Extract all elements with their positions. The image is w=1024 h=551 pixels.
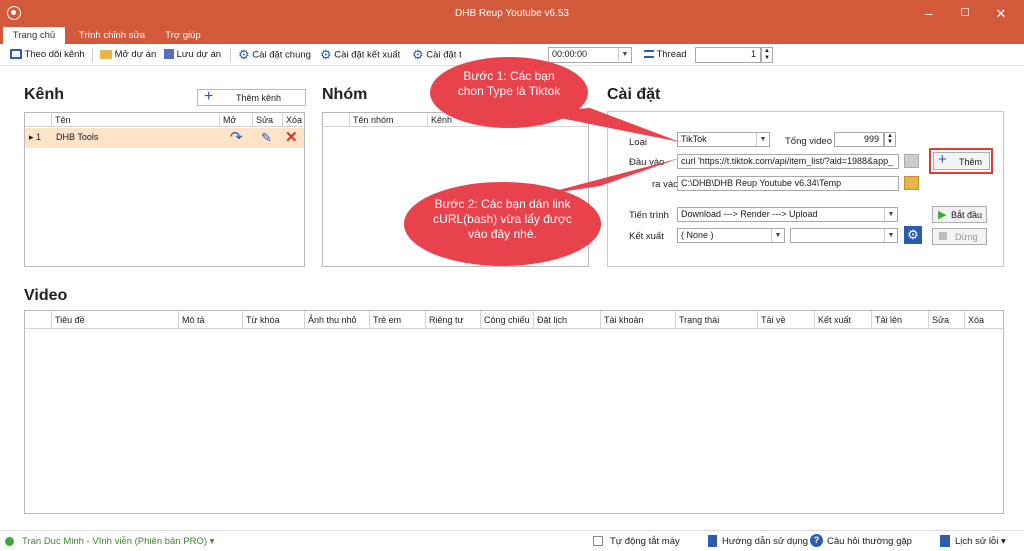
guide-link[interactable]: Hướng dẫn sử dụng xyxy=(722,536,808,547)
video-table: Tiêu đề Mô tả Từ khóa Ảnh thu nhỏ Trẻ em… xyxy=(24,310,1004,514)
col-mo-ta: Mô tả xyxy=(178,311,243,329)
error-history-link[interactable]: Lịch sử lỗi ▾ xyxy=(955,536,1006,547)
col-anh-thu-nho: Ảnh thu nhỏ xyxy=(304,311,369,329)
step1-callout: Bước 1: Các bạn chon Type là Tiktok xyxy=(430,57,588,128)
help-icon: ? xyxy=(810,534,823,547)
col-tai-ve: Tải về xyxy=(757,311,815,329)
col-tre-em: Trẻ em xyxy=(369,311,427,329)
col-ket-xuat: Kết xuất xyxy=(814,311,872,329)
online-status-icon xyxy=(5,537,14,546)
log-icon xyxy=(940,535,950,547)
auto-shutdown-checkbox[interactable] xyxy=(593,536,603,546)
auto-shutdown-label: Tự động tắt máy xyxy=(610,536,680,547)
col-tai-khoan: Tài khoản xyxy=(600,311,675,329)
col-rieng-tu: Riêng tư xyxy=(425,311,481,329)
status-bar: Tran Duc Minh - Vĩnh viễn (Phiên bản PRO… xyxy=(0,530,1024,551)
faq-link[interactable]: Câu hỏi thường gặp xyxy=(827,536,912,547)
col-tai-len: Tải lên xyxy=(871,311,929,329)
col-trang-thai: Trạng thái xyxy=(675,311,757,329)
app-window: DHB Reup Youtube v6.53 – ☐ ✕ Trang chủ T… xyxy=(0,0,1024,551)
video-heading: Video xyxy=(24,287,68,304)
col-sua: Sửa xyxy=(928,311,964,329)
col-xoa: Xóa xyxy=(964,311,1003,329)
col-dat-lich: Đặt lịch xyxy=(533,311,600,329)
step2-callout: Bước 2: Các bạn dán link cURL(bash) vừa … xyxy=(404,182,601,266)
book-icon xyxy=(708,535,717,547)
col-tu-khoa: Từ khóa xyxy=(242,311,304,329)
user-license[interactable]: Tran Duc Minh - Vĩnh viễn (Phiên bản PRO… xyxy=(22,536,214,547)
col-cong-chieu: Công chiếu xyxy=(480,311,533,329)
